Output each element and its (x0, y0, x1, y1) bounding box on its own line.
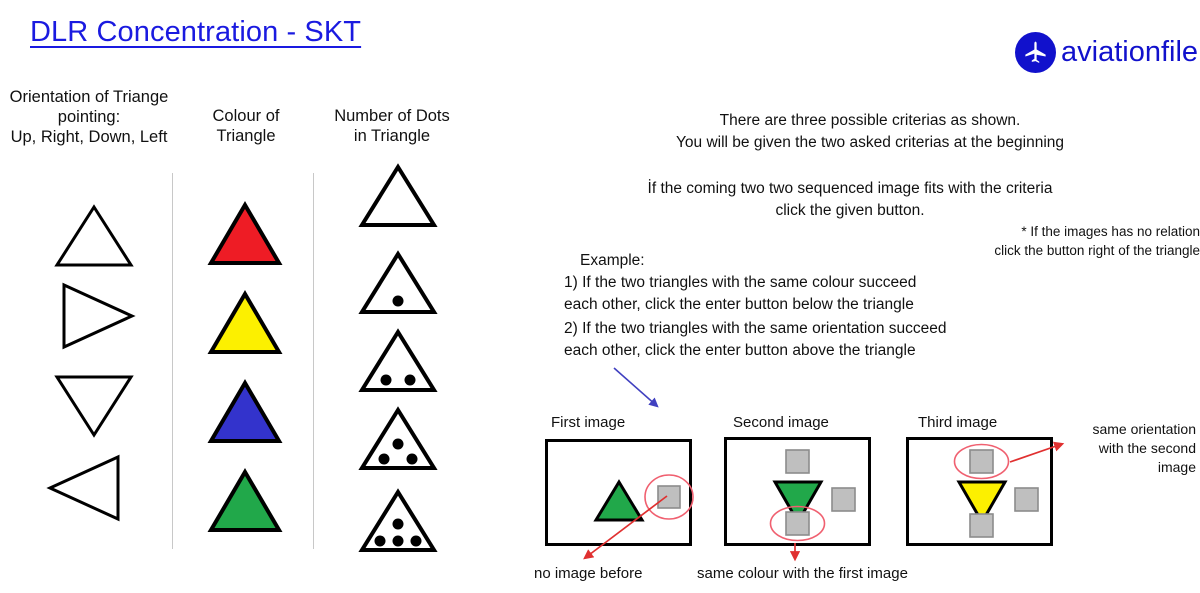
colour-triangle-green (207, 468, 283, 532)
example-box-2-label: Second image (733, 414, 829, 431)
enter-button-below (785, 511, 810, 536)
instructions-rule: İf the coming two two sequenced image fi… (647, 180, 1053, 219)
example-box-2-caption: same colour with the first image (697, 565, 908, 582)
example-box-1-caption: no image before (534, 565, 643, 582)
dots-triangle-0 (358, 163, 438, 227)
aviationfile-logo: aviationfile (1015, 32, 1198, 73)
logo-wordmark: aviationfile (1061, 36, 1199, 68)
airplane-icon (1015, 32, 1056, 73)
column-heading-orientation: Orientation of Triange pointing: Up, Rig… (9, 88, 169, 146)
example-rule-2: 2) If the two triangles with the same or… (564, 320, 947, 359)
colour-triangle-blue (207, 379, 283, 443)
example-rule-1: 1) If the two triangles with the same co… (564, 274, 917, 313)
dots-triangle-1 (358, 250, 438, 314)
dots-triangle-2 (358, 328, 438, 392)
orientation-triangle-down (54, 375, 134, 438)
example-arrow-3-icon (1008, 440, 1070, 468)
instructions-footnote: * If the images has no relation click th… (994, 224, 1200, 258)
enter-button-below (969, 513, 994, 538)
page-title: DLR Concentration - SKT (30, 16, 362, 48)
example-arrow-2-icon (786, 543, 804, 565)
example-box-1-label: First image (551, 414, 626, 431)
dots-triangle-4 (358, 488, 438, 552)
example-arrow-1-icon (545, 492, 675, 564)
column-divider-2 (313, 173, 314, 549)
orientation-triangle-right (62, 282, 136, 350)
column-heading-dots: Number of Dots in Triangle (334, 107, 450, 145)
column-divider-1 (172, 173, 173, 549)
orientation-triangle-up (54, 204, 134, 267)
column-heading-colour: Colour of Triangle (212, 107, 280, 145)
example-heading: Example: (580, 252, 645, 269)
enter-button-right (1014, 487, 1039, 512)
colour-triangle-yellow (207, 290, 283, 354)
enter-button-above (969, 449, 994, 474)
orientation-triangle-left (46, 454, 120, 522)
slide-canvas: DLR Concentration - SKT aviationfile Ori… (0, 0, 1200, 593)
example-box-3-label: Third image (918, 414, 998, 431)
example-box-3-caption: same orientation with the second image (1092, 421, 1196, 475)
pointer-arrow-icon (612, 366, 668, 414)
dots-triangle-3 (358, 406, 438, 470)
colour-triangle-red (207, 201, 283, 265)
enter-button-above (785, 449, 810, 474)
enter-button-right (831, 487, 856, 512)
instructions-intro: There are three possible criterias as sh… (675, 112, 1065, 151)
example-box-2 (724, 437, 871, 546)
